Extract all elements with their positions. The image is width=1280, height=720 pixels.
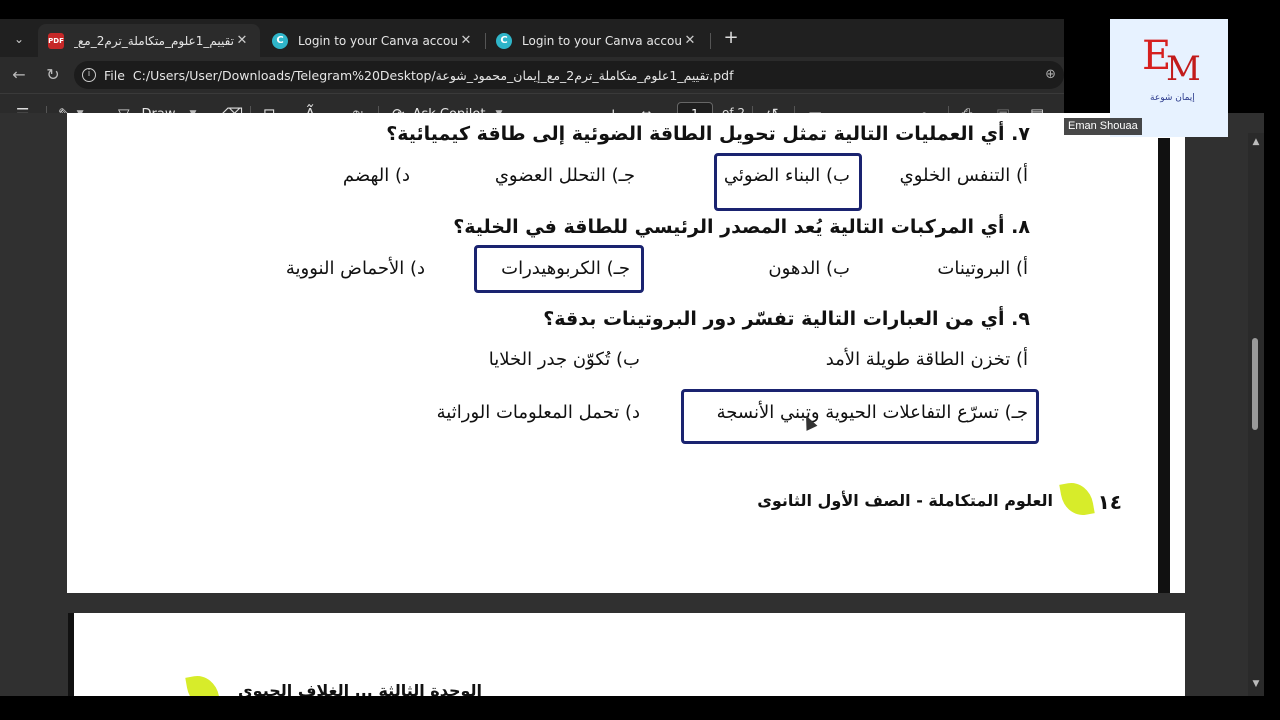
scroll-up-arrow-icon[interactable]: ▲: [1250, 137, 1262, 147]
tab-label: Login to your Canva account: [298, 33, 458, 48]
participant-name: Eman Shouaa: [1064, 118, 1142, 135]
q7-option-a: أ) التنفس الخلوي: [899, 165, 1028, 186]
question-9: ٩. أي من العبارات التالية تفسّر دور البر…: [543, 308, 1030, 330]
tab-label: تقييم_1علوم_متكاملة_ترم2_مع_إيمان: [74, 33, 234, 48]
new-tab-plus-icon[interactable]: +: [720, 28, 742, 50]
q9-option-a: أ) تخزن الطاقة طويلة الأمد: [825, 349, 1028, 370]
back-arrow-icon[interactable]: ←: [8, 64, 30, 86]
q9-option-c: جـ) تسرّع التفاعلات الحيوية وتبني الأنسج…: [716, 402, 1028, 423]
close-tab-icon[interactable]: ✕: [682, 33, 698, 48]
page-border: [1158, 138, 1170, 593]
tab-canva-1[interactable]: C Login to your Canva account ✕: [262, 24, 484, 57]
tab-bar: ⌄ PDF تقييم_1علوم_متكاملة_ترم2_مع_إيمان …: [0, 19, 1064, 57]
tab-separator: [710, 33, 711, 49]
scroll-thumb[interactable]: [1252, 338, 1258, 430]
canva-icon: C: [496, 32, 512, 49]
close-tab-icon[interactable]: ✕: [234, 33, 250, 48]
pdf-document-area[interactable]: ٧. أي العمليات التالية تمثل تحويل الطاقة…: [0, 113, 1264, 696]
tab-label: Login to your Canva account: [522, 33, 682, 48]
zoom-icon[interactable]: ⊕: [1045, 67, 1056, 82]
address-bar[interactable]: i File C:/Users/User/Downloads/Telegram%…: [74, 61, 1064, 89]
q8-option-c: جـ) الكربوهيدرات: [501, 258, 630, 279]
page-2-header: الوحدة الثالثة ... الغلاف الحيوي: [238, 681, 483, 696]
page-border: [68, 613, 74, 696]
pdf-icon: PDF: [48, 32, 64, 49]
info-icon[interactable]: i: [82, 68, 96, 82]
leaf-icon: [185, 672, 221, 696]
scheme-label: File: [104, 67, 125, 83]
tab-actions-chevron-icon[interactable]: ⌄: [8, 28, 30, 50]
q7-option-c: جـ) التحلل العضوي: [494, 165, 635, 186]
leaf-icon: [1059, 479, 1095, 519]
pdf-page-2: الوحدة الثالثة ... الغلاف الحيوي: [68, 613, 1185, 696]
refresh-icon[interactable]: ↻: [42, 64, 64, 86]
canva-icon: C: [272, 32, 288, 49]
tab-pdf[interactable]: PDF تقييم_1علوم_متكاملة_ترم2_مع_إيمان ✕: [38, 24, 260, 57]
pdf-page-1: ٧. أي العمليات التالية تمثل تحويل الطاقة…: [67, 113, 1185, 593]
footer-page-number: ١٤: [1097, 490, 1122, 514]
q9-option-d: د) تحمل المعلومات الوراثية: [436, 402, 640, 423]
q7-option-d: د) الهضم: [342, 165, 410, 186]
footer-title: العلوم المتكاملة - الصف الأول الثانوى: [757, 491, 1053, 510]
tab-canva-2[interactable]: C Login to your Canva account ✕: [486, 24, 708, 57]
url-text[interactable]: C:/Users/User/Downloads/Telegram%20Deskt…: [133, 68, 734, 83]
q8-option-d: د) الأحماض النووية: [285, 258, 425, 279]
logo-subtitle: إيمان شوعة: [1150, 93, 1195, 103]
question-7: ٧. أي العمليات التالية تمثل تحويل الطاقة…: [386, 123, 1030, 145]
scroll-down-arrow-icon[interactable]: ▼: [1250, 679, 1262, 689]
q7-option-b: ب) البناء الضوئي: [723, 165, 850, 186]
q8-option-a: أ) البروتينات: [937, 258, 1028, 279]
question-8: ٨. أي المركبات التالية يُعد المصدر الرئي…: [453, 216, 1030, 238]
vertical-scrollbar[interactable]: ▲ ▼: [1248, 133, 1264, 696]
q8-option-b: ب) الدهون: [768, 258, 850, 279]
q9-option-b: ب) تُكوّن جدر الخلايا: [488, 349, 640, 370]
screen: ⌄ PDF تقييم_1علوم_متكاملة_ترم2_مع_إيمان …: [0, 0, 1280, 720]
logo-letter-m: M: [1166, 49, 1201, 89]
close-tab-icon[interactable]: ✕: [458, 33, 474, 48]
navigation-bar: ← ↻ i File C:/Users/User/Downloads/Teleg…: [0, 57, 1064, 93]
